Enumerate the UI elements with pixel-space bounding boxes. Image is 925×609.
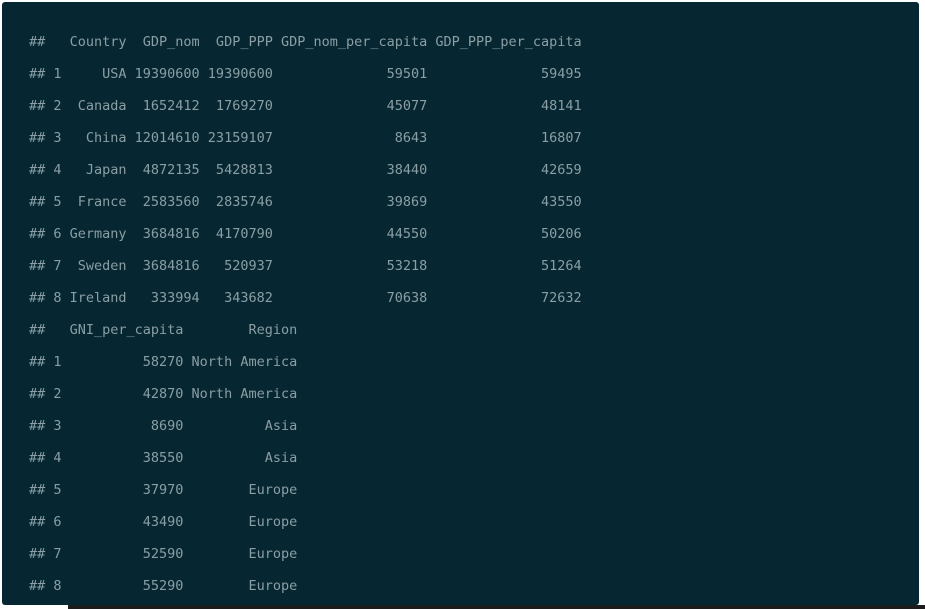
output-line-row: ## 1 USA 19390600 19390600 59501 59495	[29, 66, 582, 82]
output-line-row: ## 2 Canada 1652412 1769270 45077 48141	[29, 98, 582, 114]
output-line-row: ## 5 France 2583560 2835746 39869 43550	[29, 194, 582, 210]
output-line-header-2: ## GNI_per_capita Region	[29, 322, 298, 338]
output-line-row: ## 1 58270 North America	[29, 354, 298, 370]
output-line-row: ## 4 38550 Asia	[29, 450, 298, 466]
output-line-row: ## 3 China 12014610 23159107 8643 16807	[29, 130, 582, 146]
output-line-row: ## 3 8690 Asia	[29, 418, 298, 434]
output-line-row: ## 4 Japan 4872135 5428813 38440 42659	[29, 162, 582, 178]
code-output-block: ## Country GDP_nom GDP_PPP GDP_nom_per_c…	[2, 2, 919, 605]
r-console-output: ## Country GDP_nom GDP_PPP GDP_nom_per_c…	[29, 26, 919, 602]
output-line-row: ## 6 Germany 3684816 4170790 44550 50206	[29, 226, 582, 242]
output-line-row: ## 2 42870 North America	[29, 386, 298, 402]
output-line-row: ## 8 Ireland 333994 343682 70638 72632	[29, 290, 582, 306]
output-line-header-1: ## Country GDP_nom GDP_PPP GDP_nom_per_c…	[29, 34, 582, 50]
output-line-row: ## 7 Sweden 3684816 520937 53218 51264	[29, 258, 582, 274]
output-line-row: ## 6 43490 Europe	[29, 514, 298, 530]
output-line-row: ## 5 37970 Europe	[29, 482, 298, 498]
output-line-row: ## 8 55290 Europe	[29, 578, 298, 594]
output-line-row: ## 7 52590 Europe	[29, 546, 298, 562]
bottom-divider	[68, 605, 925, 609]
